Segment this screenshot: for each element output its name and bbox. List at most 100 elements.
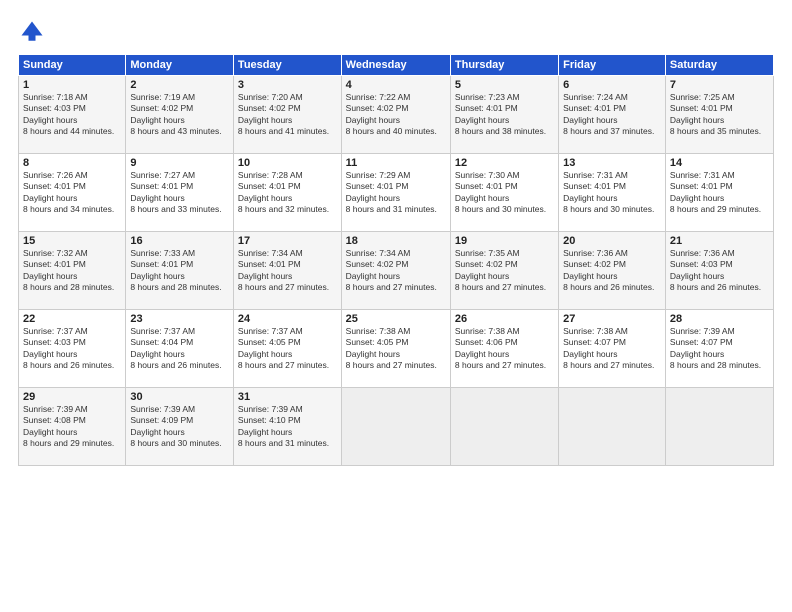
calendar-cell: 4Sunrise: 7:22 AMSunset: 4:02 PMDaylight… bbox=[341, 76, 450, 154]
day-number: 5 bbox=[455, 79, 554, 91]
calendar-cell: 18Sunrise: 7:34 AMSunset: 4:02 PMDayligh… bbox=[341, 232, 450, 310]
day-info: Sunrise: 7:38 AMSunset: 4:06 PMDaylight … bbox=[455, 326, 546, 370]
day-info: Sunrise: 7:31 AMSunset: 4:01 PMDaylight … bbox=[563, 170, 654, 214]
calendar-cell: 15Sunrise: 7:32 AMSunset: 4:01 PMDayligh… bbox=[19, 232, 126, 310]
calendar-cell: 1Sunrise: 7:18 AMSunset: 4:03 PMDaylight… bbox=[19, 76, 126, 154]
day-info: Sunrise: 7:25 AMSunset: 4:01 PMDaylight … bbox=[670, 92, 761, 136]
day-info: Sunrise: 7:34 AMSunset: 4:01 PMDaylight … bbox=[238, 248, 329, 292]
calendar-cell: 10Sunrise: 7:28 AMSunset: 4:01 PMDayligh… bbox=[233, 154, 341, 232]
day-number: 4 bbox=[346, 79, 446, 91]
calendar-cell: 6Sunrise: 7:24 AMSunset: 4:01 PMDaylight… bbox=[559, 76, 666, 154]
day-number: 9 bbox=[130, 157, 229, 169]
day-number: 13 bbox=[563, 157, 661, 169]
day-number: 29 bbox=[23, 391, 121, 403]
calendar-cell: 12Sunrise: 7:30 AMSunset: 4:01 PMDayligh… bbox=[450, 154, 558, 232]
day-info: Sunrise: 7:23 AMSunset: 4:01 PMDaylight … bbox=[455, 92, 546, 136]
calendar-cell: 30Sunrise: 7:39 AMSunset: 4:09 PMDayligh… bbox=[126, 388, 234, 466]
day-info: Sunrise: 7:29 AMSunset: 4:01 PMDaylight … bbox=[346, 170, 437, 214]
calendar-cell bbox=[450, 388, 558, 466]
calendar-cell: 2Sunrise: 7:19 AMSunset: 4:02 PMDaylight… bbox=[126, 76, 234, 154]
weekday-header-saturday: Saturday bbox=[665, 55, 773, 76]
calendar-cell: 25Sunrise: 7:38 AMSunset: 4:05 PMDayligh… bbox=[341, 310, 450, 388]
calendar-cell: 11Sunrise: 7:29 AMSunset: 4:01 PMDayligh… bbox=[341, 154, 450, 232]
day-info: Sunrise: 7:28 AMSunset: 4:01 PMDaylight … bbox=[238, 170, 329, 214]
day-info: Sunrise: 7:20 AMSunset: 4:02 PMDaylight … bbox=[238, 92, 329, 136]
calendar-cell: 27Sunrise: 7:38 AMSunset: 4:07 PMDayligh… bbox=[559, 310, 666, 388]
weekday-header-friday: Friday bbox=[559, 55, 666, 76]
day-number: 22 bbox=[23, 313, 121, 325]
day-number: 8 bbox=[23, 157, 121, 169]
calendar-cell: 31Sunrise: 7:39 AMSunset: 4:10 PMDayligh… bbox=[233, 388, 341, 466]
calendar-cell: 7Sunrise: 7:25 AMSunset: 4:01 PMDaylight… bbox=[665, 76, 773, 154]
weekday-header-wednesday: Wednesday bbox=[341, 55, 450, 76]
day-info: Sunrise: 7:34 AMSunset: 4:02 PMDaylight … bbox=[346, 248, 437, 292]
calendar-cell: 16Sunrise: 7:33 AMSunset: 4:01 PMDayligh… bbox=[126, 232, 234, 310]
day-number: 27 bbox=[563, 313, 661, 325]
day-number: 18 bbox=[346, 235, 446, 247]
day-info: Sunrise: 7:38 AMSunset: 4:07 PMDaylight … bbox=[563, 326, 654, 370]
calendar-cell: 8Sunrise: 7:26 AMSunset: 4:01 PMDaylight… bbox=[19, 154, 126, 232]
day-number: 17 bbox=[238, 235, 337, 247]
calendar-cell: 21Sunrise: 7:36 AMSunset: 4:03 PMDayligh… bbox=[665, 232, 773, 310]
day-number: 16 bbox=[130, 235, 229, 247]
day-info: Sunrise: 7:22 AMSunset: 4:02 PMDaylight … bbox=[346, 92, 437, 136]
day-number: 3 bbox=[238, 79, 337, 91]
day-number: 24 bbox=[238, 313, 337, 325]
day-number: 28 bbox=[670, 313, 769, 325]
calendar-cell: 13Sunrise: 7:31 AMSunset: 4:01 PMDayligh… bbox=[559, 154, 666, 232]
day-number: 31 bbox=[238, 391, 337, 403]
calendar-cell bbox=[341, 388, 450, 466]
calendar-cell bbox=[665, 388, 773, 466]
day-number: 25 bbox=[346, 313, 446, 325]
day-number: 6 bbox=[563, 79, 661, 91]
day-info: Sunrise: 7:39 AMSunset: 4:07 PMDaylight … bbox=[670, 326, 761, 370]
day-info: Sunrise: 7:37 AMSunset: 4:04 PMDaylight … bbox=[130, 326, 221, 370]
calendar-cell: 24Sunrise: 7:37 AMSunset: 4:05 PMDayligh… bbox=[233, 310, 341, 388]
day-number: 15 bbox=[23, 235, 121, 247]
calendar-cell: 28Sunrise: 7:39 AMSunset: 4:07 PMDayligh… bbox=[665, 310, 773, 388]
day-info: Sunrise: 7:39 AMSunset: 4:09 PMDaylight … bbox=[130, 404, 221, 448]
weekday-header-sunday: Sunday bbox=[19, 55, 126, 76]
day-number: 30 bbox=[130, 391, 229, 403]
day-info: Sunrise: 7:33 AMSunset: 4:01 PMDaylight … bbox=[130, 248, 221, 292]
logo-icon bbox=[18, 18, 46, 46]
day-info: Sunrise: 7:31 AMSunset: 4:01 PMDaylight … bbox=[670, 170, 761, 214]
day-info: Sunrise: 7:24 AMSunset: 4:01 PMDaylight … bbox=[563, 92, 654, 136]
weekday-header-tuesday: Tuesday bbox=[233, 55, 341, 76]
day-info: Sunrise: 7:39 AMSunset: 4:08 PMDaylight … bbox=[23, 404, 114, 448]
day-info: Sunrise: 7:19 AMSunset: 4:02 PMDaylight … bbox=[130, 92, 221, 136]
calendar-cell: 5Sunrise: 7:23 AMSunset: 4:01 PMDaylight… bbox=[450, 76, 558, 154]
calendar-cell: 23Sunrise: 7:37 AMSunset: 4:04 PMDayligh… bbox=[126, 310, 234, 388]
calendar-cell: 29Sunrise: 7:39 AMSunset: 4:08 PMDayligh… bbox=[19, 388, 126, 466]
calendar-cell: 26Sunrise: 7:38 AMSunset: 4:06 PMDayligh… bbox=[450, 310, 558, 388]
weekday-header-thursday: Thursday bbox=[450, 55, 558, 76]
day-number: 19 bbox=[455, 235, 554, 247]
day-number: 23 bbox=[130, 313, 229, 325]
header bbox=[18, 18, 774, 46]
calendar-cell: 22Sunrise: 7:37 AMSunset: 4:03 PMDayligh… bbox=[19, 310, 126, 388]
calendar-cell: 3Sunrise: 7:20 AMSunset: 4:02 PMDaylight… bbox=[233, 76, 341, 154]
calendar-table: SundayMondayTuesdayWednesdayThursdayFrid… bbox=[18, 54, 774, 466]
day-number: 1 bbox=[23, 79, 121, 91]
calendar-cell: 14Sunrise: 7:31 AMSunset: 4:01 PMDayligh… bbox=[665, 154, 773, 232]
day-info: Sunrise: 7:32 AMSunset: 4:01 PMDaylight … bbox=[23, 248, 114, 292]
day-info: Sunrise: 7:37 AMSunset: 4:03 PMDaylight … bbox=[23, 326, 114, 370]
logo bbox=[18, 18, 50, 46]
day-info: Sunrise: 7:38 AMSunset: 4:05 PMDaylight … bbox=[346, 326, 437, 370]
day-info: Sunrise: 7:30 AMSunset: 4:01 PMDaylight … bbox=[455, 170, 546, 214]
calendar-cell: 17Sunrise: 7:34 AMSunset: 4:01 PMDayligh… bbox=[233, 232, 341, 310]
calendar-cell: 19Sunrise: 7:35 AMSunset: 4:02 PMDayligh… bbox=[450, 232, 558, 310]
day-number: 20 bbox=[563, 235, 661, 247]
day-info: Sunrise: 7:18 AMSunset: 4:03 PMDaylight … bbox=[23, 92, 114, 136]
day-info: Sunrise: 7:37 AMSunset: 4:05 PMDaylight … bbox=[238, 326, 329, 370]
day-number: 11 bbox=[346, 157, 446, 169]
day-number: 21 bbox=[670, 235, 769, 247]
day-info: Sunrise: 7:36 AMSunset: 4:02 PMDaylight … bbox=[563, 248, 654, 292]
day-info: Sunrise: 7:39 AMSunset: 4:10 PMDaylight … bbox=[238, 404, 329, 448]
calendar-page: SundayMondayTuesdayWednesdayThursdayFrid… bbox=[0, 0, 792, 612]
day-number: 14 bbox=[670, 157, 769, 169]
day-number: 7 bbox=[670, 79, 769, 91]
calendar-cell: 20Sunrise: 7:36 AMSunset: 4:02 PMDayligh… bbox=[559, 232, 666, 310]
calendar-cell: 9Sunrise: 7:27 AMSunset: 4:01 PMDaylight… bbox=[126, 154, 234, 232]
weekday-header-monday: Monday bbox=[126, 55, 234, 76]
